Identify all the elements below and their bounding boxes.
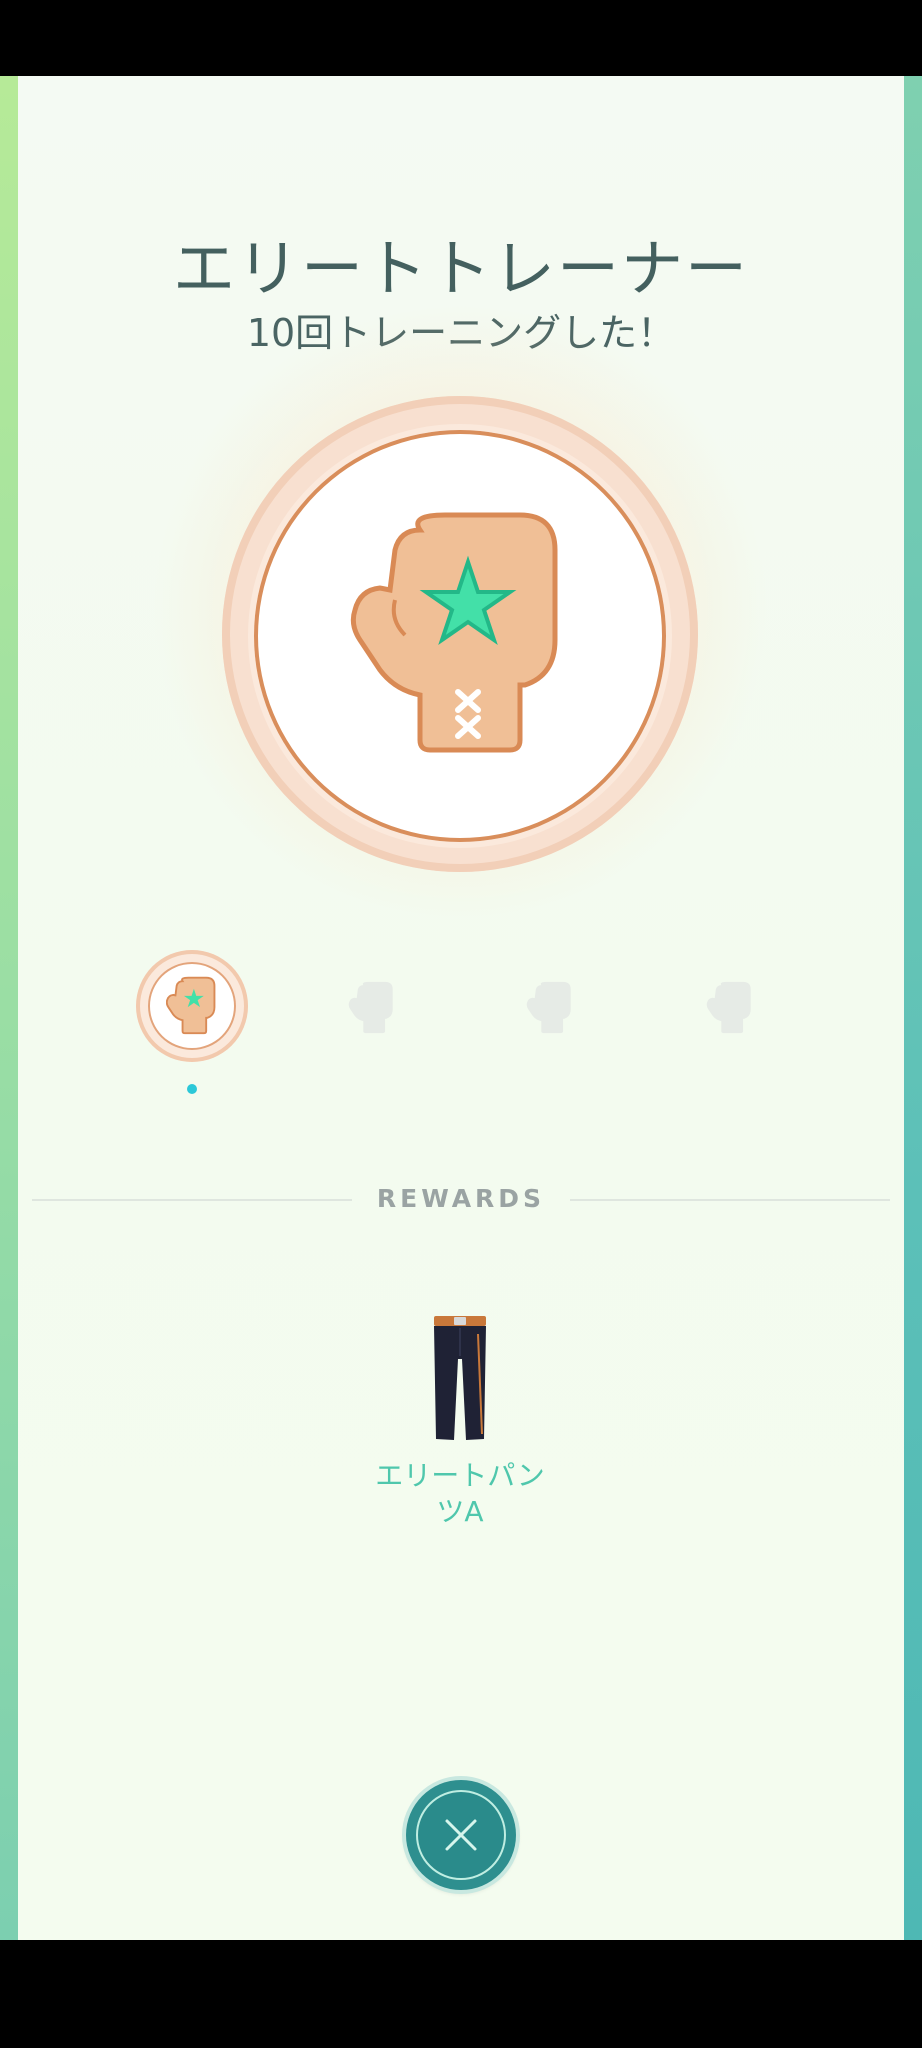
divider-line-right bbox=[570, 1199, 890, 1201]
reward-item[interactable]: エリートパン ツA bbox=[360, 1310, 560, 1550]
glove-silhouette-icon bbox=[526, 981, 571, 1034]
medal-title: エリートトレーナー bbox=[172, 232, 749, 305]
reward-item-name: エリートパン ツA bbox=[375, 1459, 545, 1528]
glove-silhouette-icon bbox=[706, 981, 751, 1034]
close-icon bbox=[445, 1819, 477, 1851]
tier-4-badge-locked[interactable] bbox=[674, 950, 786, 1062]
pants-icon bbox=[434, 1316, 486, 1440]
rewards-divider: REWARDS bbox=[32, 1180, 890, 1220]
status-bar bbox=[0, 0, 922, 76]
navigation-bar bbox=[0, 1940, 922, 2048]
close-button[interactable] bbox=[406, 1780, 516, 1890]
glove-silhouette-icon bbox=[348, 981, 393, 1034]
tier-selector bbox=[0, 950, 922, 1070]
tier-1-badge[interactable] bbox=[136, 950, 248, 1062]
selected-tier-dot bbox=[187, 1084, 197, 1094]
boxing-glove-star-icon bbox=[350, 512, 558, 753]
tier-2-badge-locked[interactable] bbox=[316, 950, 428, 1062]
boxing-glove-star-icon bbox=[166, 976, 216, 1035]
tier-3-badge-locked[interactable] bbox=[494, 950, 606, 1062]
